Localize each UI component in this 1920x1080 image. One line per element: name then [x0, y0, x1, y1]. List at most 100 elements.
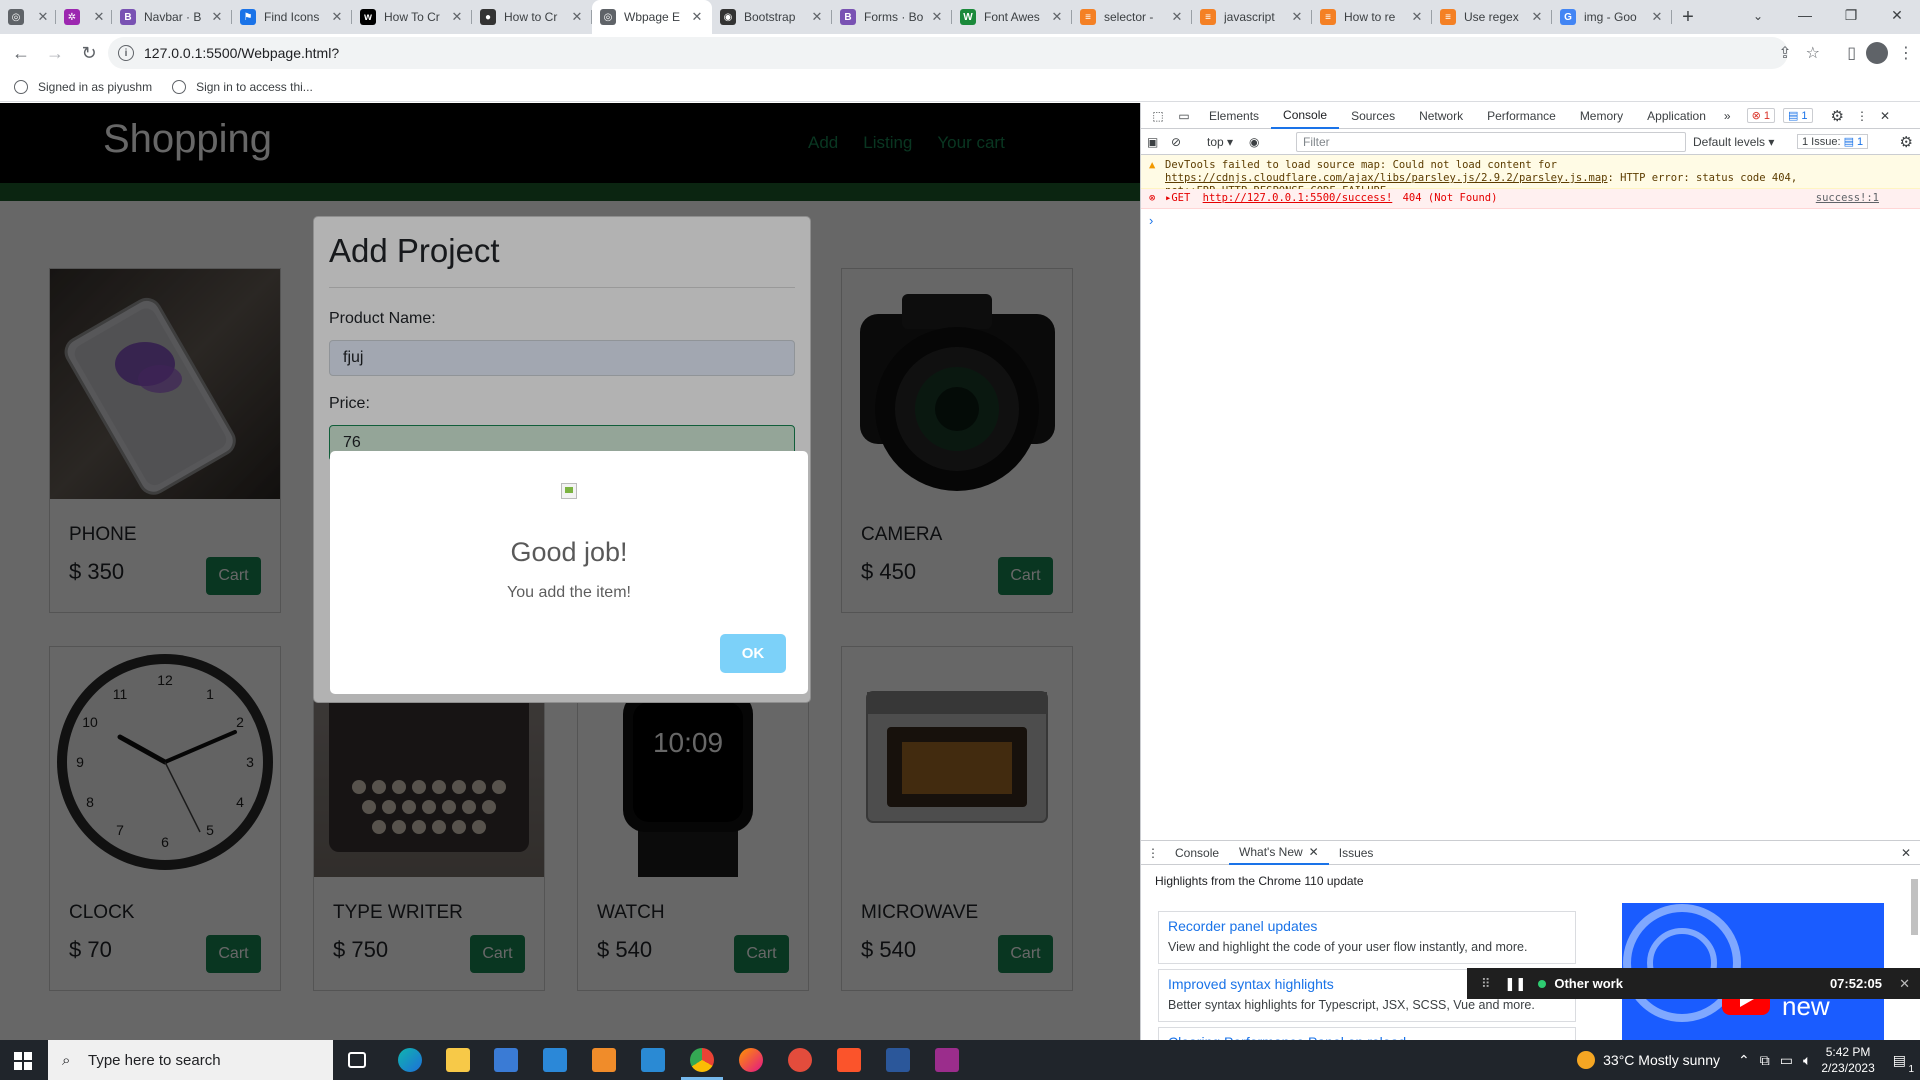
drawer-menu-icon[interactable]: ⋮ [1141, 846, 1165, 860]
drawer-tab-console[interactable]: Console [1165, 841, 1229, 865]
share-icon[interactable]: ⇪ [1778, 43, 1791, 63]
devtools-tab-elements[interactable]: Elements [1197, 103, 1271, 129]
firefox-icon[interactable] [739, 1048, 763, 1072]
alert-ok-button[interactable]: OK [720, 634, 786, 673]
browser-tab[interactable]: ◉ Bootstrap ✕ [712, 0, 832, 34]
close-tab-icon[interactable]: ✕ [1309, 845, 1319, 859]
browser-tab[interactable]: B Forms · Bo ✕ [832, 0, 952, 34]
forward-icon[interactable]: → [38, 36, 72, 70]
browser-tab[interactable]: W Font Awes ✕ [952, 0, 1072, 34]
settings-gear-icon[interactable]: ⚙ [1831, 107, 1844, 125]
error-source-link[interactable]: success!:1 [1816, 192, 1879, 204]
close-tab-icon[interactable]: ✕ [1650, 9, 1664, 25]
browser-tab[interactable]: ≡ javascript ✕ [1192, 0, 1312, 34]
weather-sun-icon[interactable] [1577, 1051, 1596, 1069]
tray-chevron-icon[interactable]: ⌃ [1738, 1052, 1750, 1069]
bookmark-star-icon[interactable]: ☆ [1806, 43, 1820, 63]
browser-tab[interactable]: w How To Cr ✕ [352, 0, 472, 34]
restore-button[interactable]: ❐ [1828, 0, 1874, 30]
browser-tab[interactable]: Gimg - Goo ✕ [1552, 0, 1672, 34]
whats-new-card[interactable]: Recorder panel updates View and highligh… [1158, 911, 1576, 964]
more-tabs-icon[interactable]: » [1718, 109, 1737, 123]
browser-tab[interactable]: ◎ ✕ [0, 0, 56, 34]
file-explorer-icon[interactable] [446, 1048, 470, 1072]
bookmark-item[interactable]: Sign in to access thi... [172, 79, 313, 94]
bookmark-item[interactable]: Signed in as piyushm [14, 79, 152, 94]
minimize-button[interactable]: — [1782, 0, 1828, 30]
taskbar-search-box[interactable]: ⌕ Type here to search [48, 1040, 333, 1080]
browser-tab[interactable]: B Navbar · B ✕ [112, 0, 232, 34]
message-count-badge[interactable]: ▤ 1 [1782, 108, 1813, 123]
close-tab-icon[interactable]: ✕ [570, 9, 584, 25]
drag-handle-icon[interactable]: ⠿ [1481, 976, 1491, 992]
context-select[interactable]: top ▾ [1207, 135, 1233, 149]
browser-tab[interactable]: ● How to Cr ✕ [472, 0, 592, 34]
console-filter-input[interactable]: Filter [1296, 132, 1686, 152]
close-tab-icon[interactable]: ✕ [1170, 9, 1184, 25]
browser-menu-icon[interactable]: ⋮ [1898, 43, 1914, 63]
tab-search-chevron-icon[interactable]: ⌄ [1746, 4, 1770, 28]
site-info-icon[interactable]: i [118, 45, 134, 61]
console-settings-gear-icon[interactable]: ⚙ [1900, 133, 1913, 151]
drawer-scrollbar[interactable] [1909, 871, 1919, 1036]
edge-icon[interactable] [398, 1048, 422, 1072]
weather-text[interactable]: 33°C Mostly sunny [1603, 1052, 1720, 1068]
windows-start-icon[interactable] [14, 1052, 32, 1070]
whats-new-title[interactable]: Recorder panel updates [1168, 918, 1566, 934]
winrar-icon[interactable] [935, 1048, 959, 1072]
vscode-icon[interactable] [641, 1048, 665, 1072]
close-tab-icon[interactable]: ✕ [810, 9, 824, 25]
device-toolbar-icon[interactable]: ▭ [1171, 109, 1197, 123]
close-tab-icon[interactable]: ✕ [690, 9, 704, 25]
clock[interactable]: 5:42 PM 2/23/2023 [1821, 1044, 1874, 1076]
error-count-badge[interactable]: ⊗ 1 [1746, 108, 1775, 123]
close-tab-icon[interactable]: ✕ [1050, 9, 1064, 25]
browser-tab[interactable]: ⚑ Find Icons ✕ [232, 0, 352, 34]
pause-icon[interactable]: ❚❚ [1505, 976, 1527, 992]
mail-icon[interactable] [543, 1048, 567, 1072]
new-tab-button[interactable]: + [1672, 0, 1704, 34]
close-window-button[interactable]: ✕ [1874, 0, 1920, 30]
devtools-menu-icon[interactable]: ⋮ [1856, 109, 1868, 123]
devtools-tab-application[interactable]: Application [1635, 103, 1718, 129]
drawer-tab-whats-new[interactable]: What's New ✕ [1229, 841, 1329, 865]
todo-app-icon[interactable] [788, 1048, 812, 1072]
clear-console-icon[interactable]: ⊘ [1171, 135, 1195, 149]
url-text[interactable]: 127.0.0.1:5500/Webpage.html? [144, 45, 339, 61]
devtools-tab-memory[interactable]: Memory [1568, 103, 1635, 129]
browser-tab[interactable]: ≡ How to re ✕ [1312, 0, 1432, 34]
word-icon[interactable] [886, 1048, 910, 1072]
close-tab-icon[interactable]: ✕ [36, 9, 50, 25]
warning-source-link[interactable]: https://cdnjs.cloudflare.com/ajax/libs/p… [1165, 172, 1608, 184]
profile-avatar-icon[interactable] [1866, 42, 1888, 64]
chrome-icon[interactable] [690, 1048, 714, 1072]
address-bar[interactable]: i 127.0.0.1:5500/Webpage.html? [108, 37, 1788, 69]
devtools-tab-performance[interactable]: Performance [1475, 103, 1568, 129]
volume-icon[interactable]: 🔈︎ [1803, 1052, 1811, 1069]
devtools-tab-network[interactable]: Network [1407, 103, 1475, 129]
issues-button[interactable]: 1 Issue: ▤ 1 [1797, 134, 1869, 149]
devtools-tab-console[interactable]: Console [1271, 103, 1340, 129]
close-tab-icon[interactable]: ✕ [330, 9, 344, 25]
store-icon[interactable] [494, 1048, 518, 1072]
brave-icon[interactable] [837, 1048, 861, 1072]
close-timer-icon[interactable]: ✕ [1899, 976, 1910, 992]
devtools-tab-sources[interactable]: Sources [1339, 103, 1407, 129]
browser-tab[interactable]: ≡ selector - ✕ [1072, 0, 1192, 34]
reload-icon[interactable]: ↻ [72, 36, 106, 70]
back-icon[interactable]: ← [4, 36, 38, 70]
sublime-text-icon[interactable] [592, 1048, 616, 1072]
drawer-tab-issues[interactable]: Issues [1329, 841, 1384, 865]
error-url-link[interactable]: http://127.0.0.1:5500/success! [1203, 192, 1393, 204]
log-levels-select[interactable]: Default levels ▾ [1693, 135, 1774, 149]
browser-tab[interactable]: ✲ ✕ [56, 0, 112, 34]
close-devtools-icon[interactable]: ✕ [1880, 109, 1890, 123]
close-tab-icon[interactable]: ✕ [1530, 9, 1544, 25]
close-tab-icon[interactable]: ✕ [1290, 9, 1304, 25]
tray-app-icon[interactable]: ⧉ [1760, 1052, 1770, 1069]
close-tab-icon[interactable]: ✕ [92, 9, 106, 25]
browser-tab[interactable]: ≡ Use regex ✕ [1432, 0, 1552, 34]
network-icon[interactable]: ▭ [1780, 1052, 1793, 1069]
console-prompt-icon[interactable]: › [1149, 213, 1153, 228]
side-panel-icon[interactable]: ▯ [1847, 43, 1856, 63]
